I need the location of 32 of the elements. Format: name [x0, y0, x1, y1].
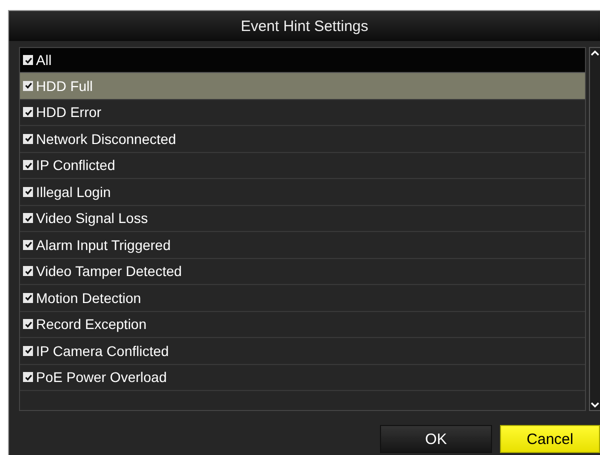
list-row[interactable]: Motion Detection: [20, 285, 585, 312]
ok-button[interactable]: OK: [380, 425, 492, 453]
list-row[interactable]: Alarm Input Triggered: [20, 232, 585, 258]
checkbox[interactable]: [23, 213, 33, 224]
list-row[interactable]: IP Camera Conflicted: [20, 338, 585, 364]
list-row[interactable]: Network Disconnected: [20, 126, 585, 152]
checkbox[interactable]: [23, 266, 33, 276]
checkbox[interactable]: [23, 160, 33, 170]
checkbox[interactable]: [23, 107, 33, 118]
list-row[interactable]: Illegal Login: [20, 179, 585, 206]
list-row[interactable]: Video Tamper Detected: [20, 258, 585, 285]
scroll-up-icon[interactable]: [590, 48, 600, 58]
list-row[interactable]: HDD Full: [20, 73, 585, 100]
list-row[interactable]: Video Signal Loss: [20, 206, 585, 232]
dialog-title: Event Hint Settings: [9, 11, 600, 41]
scroll-down-icon[interactable]: [590, 400, 600, 410]
list-row[interactable]: Record Exception: [20, 312, 585, 338]
checkbox[interactable]: [23, 372, 33, 382]
cancel-button[interactable]: Cancel: [500, 425, 600, 453]
checkbox[interactable]: [23, 80, 33, 91]
checkbox[interactable]: [23, 55, 33, 65]
checkbox[interactable]: [23, 346, 33, 356]
checkbox[interactable]: [23, 319, 33, 330]
checkbox[interactable]: [23, 240, 33, 250]
checkbox[interactable]: [23, 292, 33, 303]
list-row[interactable]: PoE Power Overload: [20, 364, 585, 391]
checkbox[interactable]: [23, 186, 33, 197]
checkbox[interactable]: [23, 134, 33, 144]
list-row[interactable]: HDD Error: [20, 100, 585, 126]
list-row[interactable]: IP Conflicted: [20, 152, 585, 179]
scrollbar[interactable]: [589, 47, 600, 411]
list-label: All: [36, 52, 52, 68]
